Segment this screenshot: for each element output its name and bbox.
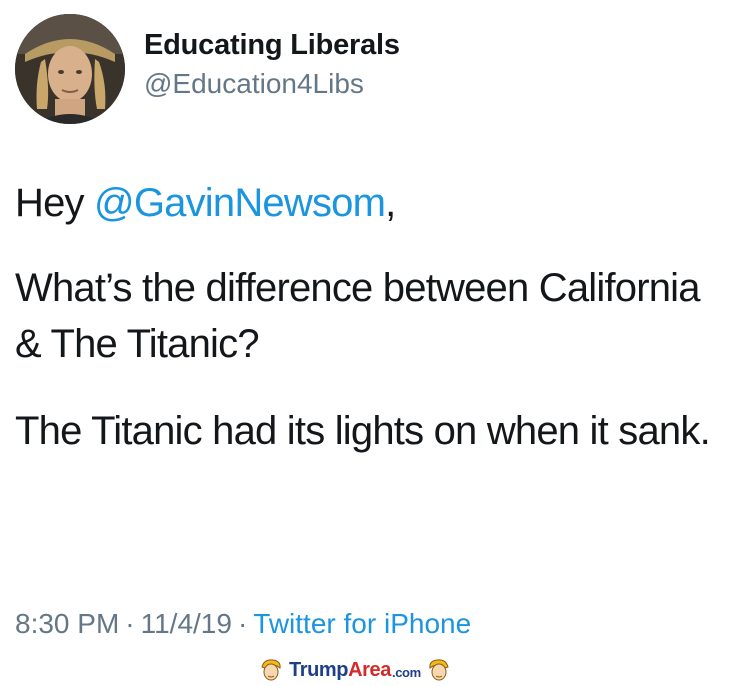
tweet-answer: The Titanic had its lights on when it sa…	[15, 409, 711, 453]
tweet-line-greeting: Hey @GavinNewsom,	[15, 175, 725, 231]
profile-photo-icon	[15, 14, 125, 124]
tweet-source-link[interactable]: Twitter for iPhone	[253, 608, 471, 639]
greeting-suffix: ,	[385, 181, 396, 225]
author-handle[interactable]: @Education4Libs	[144, 68, 364, 100]
watermark-brand-suffix: .com	[392, 665, 421, 680]
tweet-time[interactable]: 8:30 PM	[15, 608, 119, 639]
watermark-brand-2: Area	[348, 658, 391, 681]
watermark: Trump Area .com	[259, 655, 451, 685]
meta-separator: ·	[125, 608, 135, 639]
tweet-date[interactable]: 11/4/19	[141, 608, 232, 639]
tweet-meta: 8:30 PM · 11/4/19 · Twitter for iPhone	[15, 608, 471, 640]
meta-separator-2: ·	[237, 608, 248, 639]
greeting-prefix: Hey	[15, 181, 95, 225]
tweet-question: What’s the difference between California…	[15, 266, 701, 366]
avatar[interactable]	[15, 14, 125, 124]
mention-link[interactable]: @GavinNewsom	[94, 181, 386, 225]
trump-head-icon	[429, 659, 449, 681]
watermark-brand-1: Trump	[289, 658, 349, 681]
author-name[interactable]: Educating Liberals	[144, 29, 400, 62]
trump-head-icon	[261, 659, 281, 681]
